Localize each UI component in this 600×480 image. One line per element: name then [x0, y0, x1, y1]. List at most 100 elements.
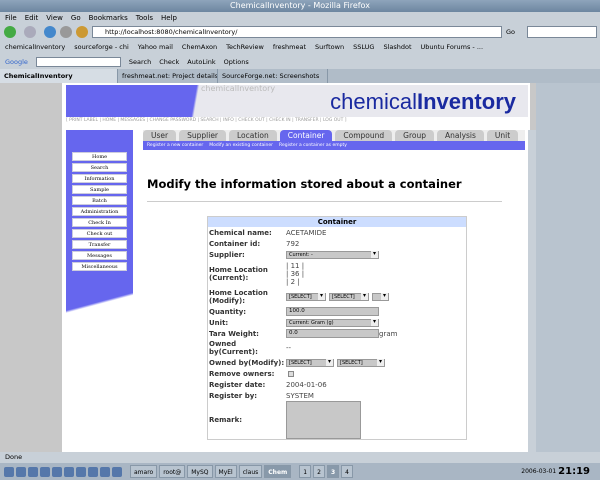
sidebar-batch[interactable]: Batch: [72, 196, 127, 205]
bookmark[interactable]: ChemAxon: [182, 40, 217, 55]
desktop-2[interactable]: 2: [313, 465, 325, 478]
tab-sourceforge[interactable]: SourceForge.net: Screenshots: [218, 69, 328, 83]
kde-menu-icon[interactable]: [4, 466, 14, 477]
launcher-icon[interactable]: [112, 466, 122, 477]
label: Tara Weight:: [209, 329, 259, 338]
tab-compound[interactable]: Compound: [335, 130, 393, 141]
sidebar-sample[interactable]: Sample: [72, 185, 127, 194]
tab-chemicalinventory[interactable]: ChemicalInventory: [0, 69, 118, 83]
bookmark[interactable]: sourceforge - chi: [74, 40, 129, 55]
sidebar-home[interactable]: Home: [72, 152, 127, 161]
google-toolbar: Google Search Check AutoLink Options: [0, 55, 600, 69]
go-button[interactable]: Go: [506, 26, 515, 38]
sidebar-administration[interactable]: Administration: [72, 207, 127, 216]
vertical-scrollbar[interactable]: [528, 130, 536, 452]
bookmarks-bar: chemicalInventory sourceforge - chi Yahoo …: [0, 40, 600, 55]
tara-weight-input[interactable]: 0.0: [286, 329, 379, 338]
tab-freshmeat[interactable]: freshmeat.net: Project details for...: [118, 69, 218, 83]
owner-select-2[interactable]: [SELECT]: [337, 358, 385, 367]
search-box[interactable]: [527, 26, 597, 38]
bookmark[interactable]: freshmeat: [273, 40, 306, 55]
menu-help[interactable]: Help: [161, 12, 177, 24]
menu-go[interactable]: Go: [71, 12, 81, 24]
location-line: | 11 |: [286, 262, 305, 270]
label: Home Location (Modify):: [209, 289, 268, 305]
tab-supplier[interactable]: Supplier: [179, 130, 227, 141]
bookmark[interactable]: chemicalInventory: [5, 40, 65, 55]
label: Unit:: [209, 318, 229, 327]
logo-part: Inventory: [416, 89, 516, 114]
launcher-icon[interactable]: [76, 466, 86, 477]
bookmark[interactable]: Yahoo mail: [138, 40, 173, 55]
task-button[interactable]: amaro: [130, 465, 158, 478]
check-button[interactable]: Check: [159, 55, 179, 69]
bookmark[interactable]: Slashdot: [383, 40, 411, 55]
autolink-button[interactable]: AutoLink: [187, 55, 215, 69]
back-icon[interactable]: [4, 26, 16, 38]
bookmark[interactable]: SSLUG: [353, 40, 374, 55]
sidebar-information[interactable]: Information: [72, 174, 127, 183]
browser-tabs: ChemicalInventory freshmeat.net: Project…: [0, 69, 600, 83]
sidebar-transfer[interactable]: Transfer: [72, 240, 127, 249]
launcher-icon[interactable]: [88, 466, 98, 477]
desktop-4[interactable]: 4: [341, 465, 353, 478]
menu-view[interactable]: View: [46, 12, 63, 24]
sidebar-messages[interactable]: Messages: [72, 251, 127, 260]
tab-group[interactable]: Group: [395, 130, 434, 141]
sidebar-search[interactable]: Search: [72, 163, 127, 172]
bookmark[interactable]: Surftown: [315, 40, 344, 55]
subnav-register-new[interactable]: Register a new container: [147, 141, 203, 150]
menu-tools[interactable]: Tools: [136, 12, 153, 24]
tab-container[interactable]: Container: [279, 130, 333, 141]
remark-textarea[interactable]: [286, 401, 361, 439]
task-button[interactable]: claus: [238, 465, 263, 478]
menu-bookmarks[interactable]: Bookmarks: [89, 12, 128, 24]
google-search-button[interactable]: Search: [129, 55, 151, 69]
quantity-input[interactable]: 100.0: [286, 307, 379, 316]
launcher-icon[interactable]: [16, 466, 26, 477]
launcher-icon[interactable]: [28, 466, 38, 477]
sidebar-check-out[interactable]: Check out: [72, 229, 127, 238]
task-button[interactable]: root@: [159, 465, 186, 478]
sidebar-miscellaneous[interactable]: Miscellaneous: [72, 262, 127, 271]
stop-icon[interactable]: [60, 26, 72, 38]
launcher-icon[interactable]: [100, 466, 110, 477]
top-links[interactable]: [ PRINT LABEL | HOME | MESSAGES | CHANGE…: [66, 118, 347, 123]
tab-user[interactable]: User: [143, 130, 177, 141]
desktop-1[interactable]: 1: [299, 465, 312, 478]
forward-icon[interactable]: [24, 26, 36, 38]
google-search-input[interactable]: [35, 57, 121, 67]
sidebar-check-in[interactable]: Check In: [72, 218, 127, 227]
reload-icon[interactable]: [44, 26, 56, 38]
task-button[interactable]: MySQ: [187, 465, 213, 478]
home-location-select-3[interactable]: [372, 293, 389, 301]
home-icon[interactable]: [76, 26, 88, 38]
subnav-register-empty[interactable]: Register a container as empty: [279, 141, 347, 150]
tab-analysis[interactable]: Analysis: [437, 130, 484, 141]
url-input[interactable]: http://localhost:8080/chemicalInventory/: [92, 26, 502, 38]
desktop-3[interactable]: 3: [326, 465, 340, 478]
page-content: chemicalInventory chemicalInventory [ PR…: [0, 83, 536, 452]
task-button-active[interactable]: Chem: [264, 465, 292, 478]
container-form: Container Chemical name: ACETAMIDE Contai…: [207, 216, 467, 440]
launcher-icon[interactable]: [52, 466, 62, 477]
task-button[interactable]: MyEl: [214, 465, 237, 478]
menu-edit[interactable]: Edit: [25, 12, 39, 24]
subnav-modify-existing[interactable]: Modify an existing container: [209, 141, 273, 150]
home-location-select-2[interactable]: [SELECT]: [329, 293, 369, 301]
tab-unit[interactable]: Unit: [486, 130, 519, 141]
bookmark[interactable]: TechReview: [226, 40, 264, 55]
home-location-select-1[interactable]: [SELECT]: [286, 293, 326, 301]
bookmark[interactable]: Ubuntu Forums - ...: [421, 40, 484, 55]
tara-unit: gram: [379, 329, 398, 338]
options-button[interactable]: Options: [224, 55, 249, 69]
clock-time[interactable]: 21:19: [558, 466, 590, 477]
launcher-icon[interactable]: [64, 466, 74, 477]
tab-location[interactable]: Location: [229, 130, 277, 141]
supplier-select[interactable]: Current: -: [286, 250, 379, 259]
menu-file[interactable]: File: [5, 12, 17, 24]
owner-select-1[interactable]: [SELECT]: [286, 358, 334, 367]
unit-select[interactable]: Current: Gram (g): [286, 318, 379, 327]
launcher-icon[interactable]: [40, 466, 50, 477]
remove-owners-checkbox[interactable]: [288, 370, 294, 377]
